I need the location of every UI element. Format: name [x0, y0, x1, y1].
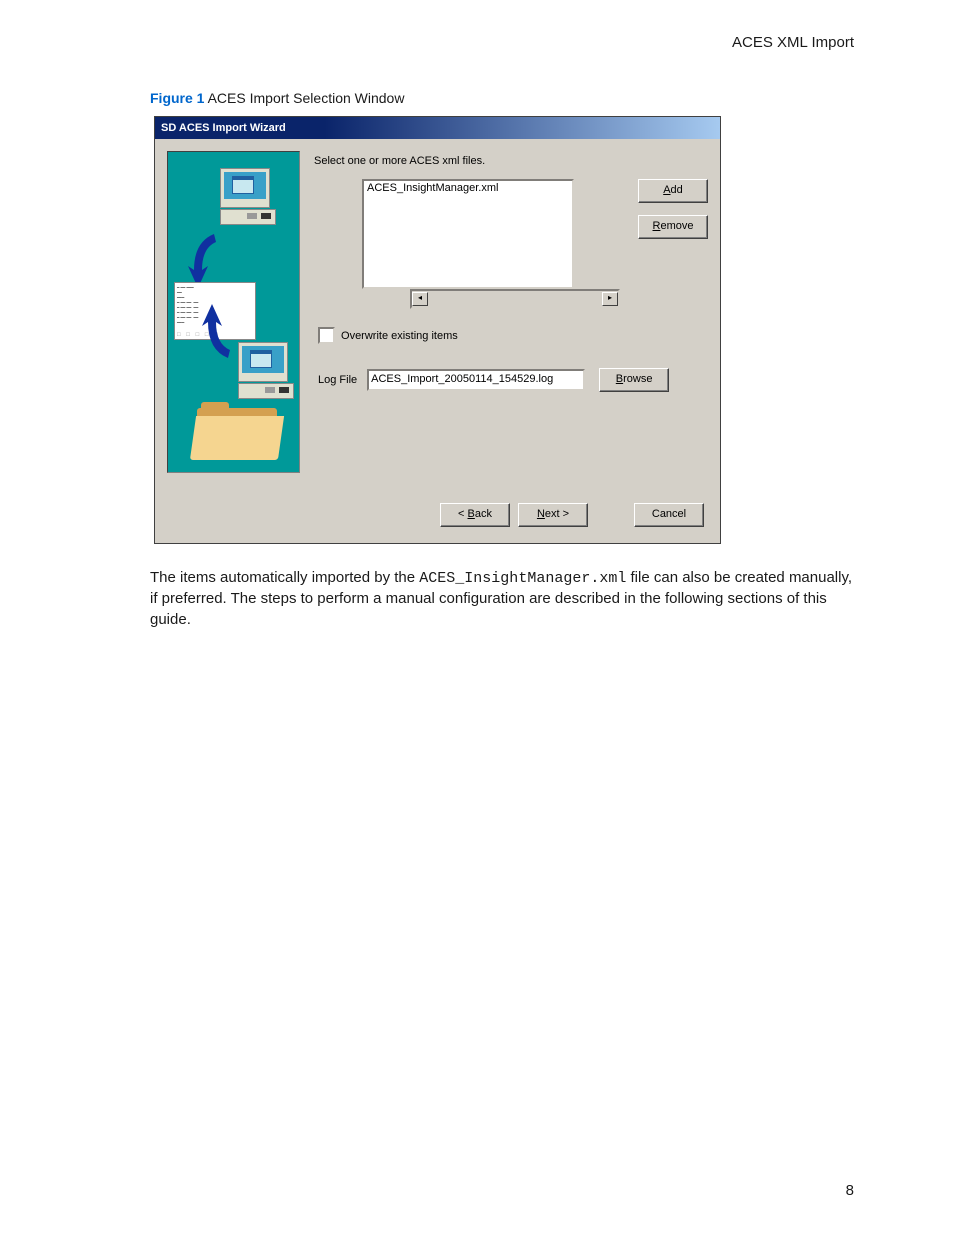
- folder-icon: [193, 402, 288, 462]
- scroll-left-icon[interactable]: ◂: [412, 292, 428, 306]
- logfile-label: Log File: [318, 374, 357, 386]
- add-button[interactable]: Add: [638, 179, 708, 203]
- arrow-up-icon: [202, 302, 234, 362]
- horizontal-scrollbar[interactable]: ◂ ▸: [410, 289, 620, 309]
- overwrite-label: Overwrite existing items: [341, 330, 458, 342]
- arrow-down-icon: [188, 230, 220, 290]
- dialog-footer: < Back Next > Cancel: [155, 489, 720, 543]
- document-page: ACES XML Import Figure 1 ACES Import Sel…: [0, 0, 954, 1235]
- remove-button[interactable]: Remove: [638, 215, 708, 239]
- dialog-titlebar: SD ACES Import Wizard: [155, 117, 720, 139]
- figure-title: ACES Import Selection Window: [208, 90, 405, 106]
- computer-icon: [220, 168, 276, 225]
- next-button[interactable]: Next >: [518, 503, 588, 527]
- dialog-screenshot: SD ACES Import Wizard: [154, 116, 854, 544]
- body-paragraph: The items automatically imported by the …: [150, 568, 854, 630]
- dialog-main-panel: Select one or more ACES xml files. ACES_…: [300, 151, 708, 481]
- overwrite-checkbox[interactable]: [318, 327, 335, 344]
- scroll-right-icon[interactable]: ▸: [602, 292, 618, 306]
- figure-caption: Figure 1 ACES Import Selection Window: [150, 90, 854, 106]
- back-button[interactable]: < Back: [440, 503, 510, 527]
- section-header: ACES XML Import: [732, 34, 854, 51]
- overwrite-checkbox-row: Overwrite existing items: [318, 327, 708, 344]
- page-number: 8: [846, 1182, 854, 1199]
- code-text: ACES_InsightManager.xml: [419, 570, 626, 587]
- figure-number: Figure 1: [150, 90, 204, 106]
- instruction-text: Select one or more ACES xml files.: [314, 155, 708, 167]
- wizard-side-graphic: [167, 151, 300, 473]
- computer-icon: [238, 342, 294, 399]
- logfile-input[interactable]: ACES_Import_20050114_154529.log: [367, 369, 585, 391]
- wizard-dialog: SD ACES Import Wizard: [154, 116, 721, 544]
- cancel-button[interactable]: Cancel: [634, 503, 704, 527]
- list-item[interactable]: ACES_InsightManager.xml: [365, 182, 571, 194]
- browse-button[interactable]: Browse: [599, 368, 669, 392]
- file-listbox[interactable]: ACES_InsightManager.xml: [362, 179, 574, 289]
- dialog-body: Select one or more ACES xml files. ACES_…: [155, 139, 720, 489]
